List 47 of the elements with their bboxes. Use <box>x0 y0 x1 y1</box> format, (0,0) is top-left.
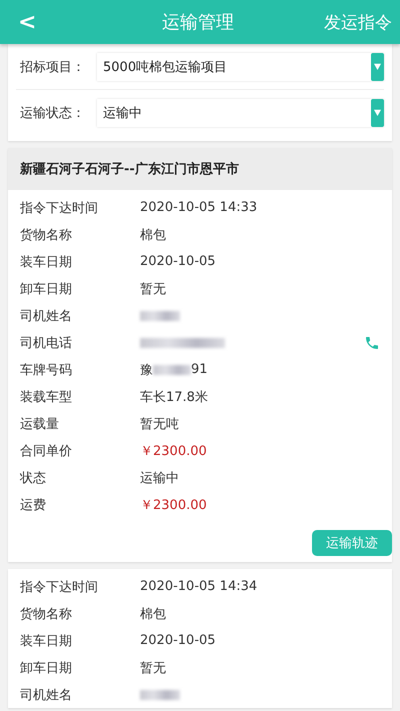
field-label: 司机姓名 <box>20 308 73 324</box>
field-label: 装载车型 <box>20 388 73 406</box>
field-value: 暂无吨 <box>140 416 179 432</box>
redacted-text <box>140 310 180 320</box>
dropdown-select[interactable]: 运输中 <box>97 98 384 126</box>
field-value: 2020-10-05 14:33 <box>140 200 258 215</box>
field-value: 棉包 <box>140 226 166 244</box>
field-label: 车牌号码 <box>20 362 73 378</box>
field-label: 装车日期 <box>20 254 73 270</box>
field-label: 运费 <box>20 496 47 514</box>
field-value: 暂无 <box>140 280 166 298</box>
field-label: 卸车日期 <box>20 280 73 298</box>
field-label: 指令下达时间 <box>20 200 99 216</box>
dispatch-order-button[interactable]: 发运指令 <box>324 10 392 34</box>
filter-label: 运输状态： <box>20 104 86 122</box>
field-value: 车长17.8米 <box>140 388 208 406</box>
track-button[interactable]: 运输轨迹 <box>312 530 392 556</box>
field-value: 2020-10-05 <box>140 633 216 648</box>
phone-icon[interactable] <box>364 334 380 350</box>
price-value: ￥2300.00 <box>140 442 207 460</box>
field-value: 棉包 <box>140 606 166 622</box>
dropdown-select[interactable]: 5000吨棉包运输项目 <box>97 52 384 80</box>
field-label: 卸车日期 <box>20 660 73 676</box>
plate-prefix: 豫 <box>140 362 153 378</box>
field-value: 暂无 <box>140 660 166 676</box>
page-title: 运输管理 <box>162 11 234 34</box>
price-value: ￥2300.00 <box>140 496 207 514</box>
field-value: 2020-10-05 14:34 <box>140 579 258 594</box>
field-value: 2020-10-05 <box>140 254 216 269</box>
field-label: 货物名称 <box>20 606 73 622</box>
field-label: 指令下达时间 <box>20 578 99 596</box>
back-button[interactable]: < <box>12 10 72 34</box>
field-label: 货物名称 <box>20 226 73 244</box>
field-label: 合同单价 <box>20 442 73 460</box>
field-label: 司机电话 <box>20 334 73 352</box>
field-label: 司机姓名 <box>20 686 73 704</box>
caret-icon <box>374 109 381 116</box>
plate-suffix: 91 <box>191 362 208 377</box>
field-value: 运输中 <box>140 470 179 486</box>
route-title: 新疆石河子石河子--广东江门市恩平市 <box>8 148 392 190</box>
field-label: 运载量 <box>20 416 60 432</box>
filter-label: 招标项目： <box>20 58 86 76</box>
redacted-text <box>153 364 191 374</box>
caret-icon <box>374 63 381 70</box>
redacted-text <box>140 690 180 700</box>
field-label: 状态 <box>20 470 47 486</box>
field-label: 装车日期 <box>20 632 73 650</box>
